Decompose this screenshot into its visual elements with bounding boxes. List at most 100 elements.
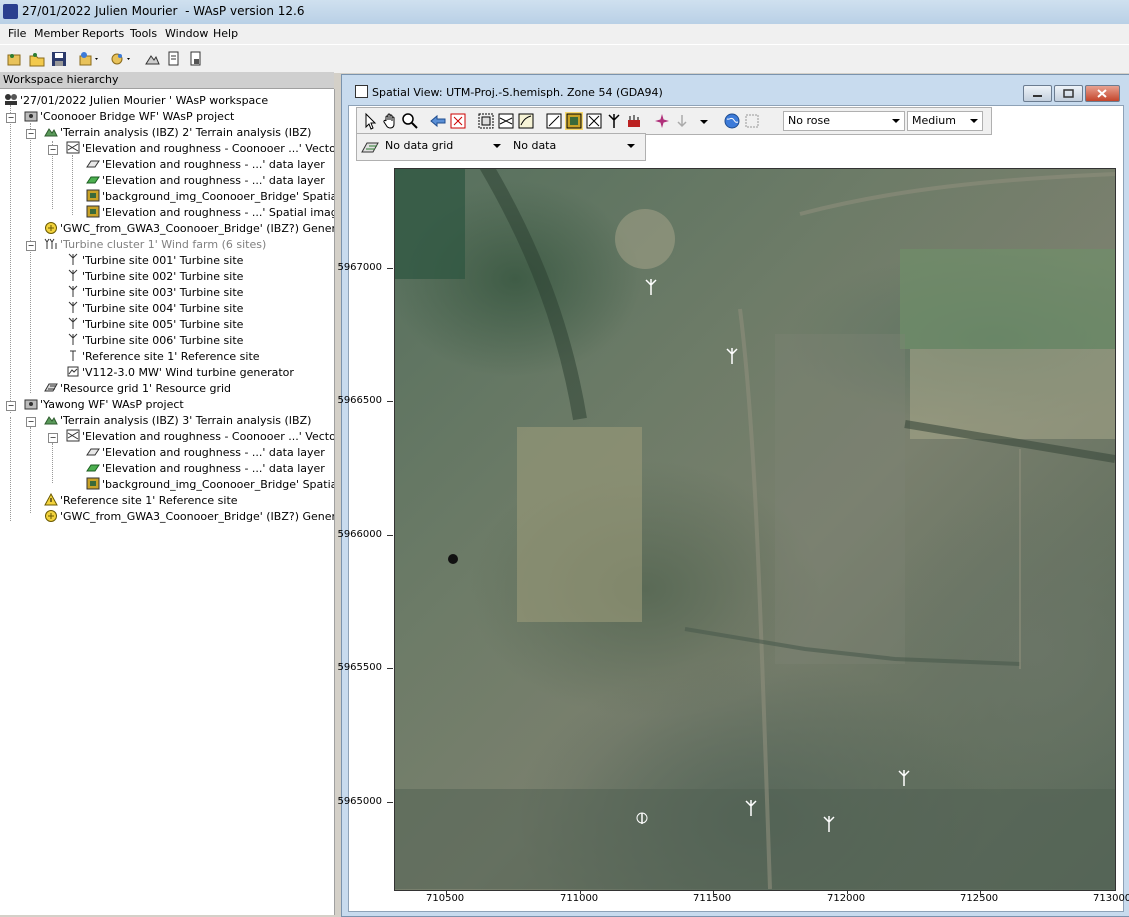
collapse-toggle[interactable]: − bbox=[6, 113, 16, 123]
export-icon[interactable] bbox=[187, 50, 205, 68]
new-workspace-icon[interactable] bbox=[6, 50, 24, 68]
gwc-icon bbox=[44, 509, 58, 522]
tree-item-spatial-image[interactable]: 'background_img_Coonooer_Bridge' Spatial… bbox=[86, 189, 334, 205]
tree-item-turbine-site[interactable]: 'Turbine site 001' Turbine site bbox=[66, 253, 243, 269]
menu-file[interactable]: File bbox=[8, 27, 26, 40]
window-menu-icon[interactable] bbox=[355, 85, 368, 98]
tree-item-gwc[interactable]: 'GWC_from_GWA3_Coonooer_Bridge' (IBZ?) G… bbox=[44, 509, 334, 525]
tree-item-resource-grid[interactable]: 'Resource grid 1' Resource grid bbox=[44, 381, 231, 397]
workspace-tree: − − − − − − − '27/01/2022 Julien Mourier… bbox=[0, 89, 335, 915]
restore-button[interactable] bbox=[1054, 85, 1083, 102]
report-icon[interactable] bbox=[165, 50, 183, 68]
tree-item-turbine-site[interactable]: 'Turbine site 003' Turbine site bbox=[66, 285, 243, 301]
chevron-down-icon bbox=[627, 144, 635, 148]
dropdown-arrow-icon[interactable] bbox=[695, 112, 713, 130]
minimize-button[interactable] bbox=[1023, 85, 1052, 102]
tree-item-label: 'Elevation and roughness - ...' data lay… bbox=[102, 462, 325, 475]
zoom-extents-icon[interactable] bbox=[449, 112, 467, 130]
x-tick-label: 712000 bbox=[827, 893, 866, 904]
collapse-toggle[interactable]: − bbox=[48, 433, 58, 443]
tree-item-label: 'Coonooer Bridge WF' WAsP project bbox=[40, 110, 235, 123]
add-member-icon[interactable] bbox=[78, 50, 98, 68]
satellite-map[interactable] bbox=[394, 168, 1116, 891]
tree-item-project[interactable]: 'Yawong WF' WAsP project bbox=[24, 397, 184, 413]
roughness-layer-toggle-icon[interactable] bbox=[545, 112, 563, 130]
globe-icon[interactable] bbox=[723, 112, 741, 130]
rose-select[interactable]: No rose bbox=[783, 111, 905, 131]
zoom-magnifier-icon[interactable] bbox=[401, 112, 419, 130]
menu-member[interactable]: Member bbox=[34, 27, 79, 40]
tree-item-terrain-analysis[interactable]: 'Terrain analysis (IBZ) 3' Terrain analy… bbox=[44, 413, 311, 429]
menu-tools[interactable]: Tools bbox=[130, 27, 157, 40]
turbine-marker[interactable] bbox=[897, 769, 911, 787]
collapse-toggle[interactable]: − bbox=[26, 129, 36, 139]
tree-item-turbine-site[interactable]: 'Turbine site 005' Turbine site bbox=[66, 317, 243, 333]
vector-map-layer-icon[interactable] bbox=[497, 112, 515, 130]
reference-site-marker[interactable] bbox=[635, 809, 649, 827]
menu-help[interactable]: Help bbox=[213, 27, 238, 40]
select-arrow-icon[interactable] bbox=[361, 112, 379, 130]
contour-layer-icon[interactable] bbox=[517, 112, 535, 130]
turbine-layer-icon[interactable] bbox=[605, 112, 623, 130]
data-grid-select[interactable]: No data grid bbox=[381, 137, 505, 155]
tree-item-data-layer[interactable]: 'Elevation and roughness - ...' data lay… bbox=[86, 173, 325, 189]
tree-item-wind-farm[interactable]: 'Turbine cluster 1' Wind farm (6 sites) bbox=[44, 237, 266, 253]
pan-hand-icon[interactable] bbox=[381, 112, 399, 130]
data-select[interactable]: No data bbox=[509, 137, 639, 155]
insert-member-icon[interactable] bbox=[110, 50, 130, 68]
tree-item-vector-map[interactable]: 'Elevation and roughness - Coonooer ...'… bbox=[66, 429, 334, 445]
tree-item-label: 'Elevation and roughness - Coonooer ...'… bbox=[82, 430, 334, 443]
x-tick-label: 711500 bbox=[693, 893, 732, 904]
menu-reports[interactable]: Reports bbox=[82, 27, 124, 40]
tree-item-turbine-site[interactable]: 'Turbine site 002' Turbine site bbox=[66, 269, 243, 285]
workspace-icon bbox=[4, 93, 18, 106]
spatial-image-icon bbox=[86, 477, 100, 490]
tree-item-gwc[interactable]: 'GWC_from_GWA3_Coonooer_Bridge' (IBZ?) G… bbox=[44, 221, 334, 237]
down-arrow-icon[interactable] bbox=[673, 112, 691, 130]
open-workspace-icon[interactable] bbox=[28, 50, 46, 68]
save-icon[interactable] bbox=[50, 50, 68, 68]
turbine-marker[interactable] bbox=[644, 278, 658, 296]
tree-item-workspace[interactable]: '27/01/2022 Julien Mourier ' WAsP worksp… bbox=[4, 93, 268, 109]
collapse-toggle[interactable]: − bbox=[26, 241, 36, 251]
resource-grid-icon[interactable] bbox=[361, 138, 379, 156]
tree-item-data-layer[interactable]: 'Elevation and roughness - ...' data lay… bbox=[86, 461, 325, 477]
tree-item-turbine-generator[interactable]: 'V112-3.0 MW' Wind turbine generator bbox=[66, 365, 294, 381]
turbine-icon bbox=[66, 269, 80, 282]
roughness-layer-icon bbox=[86, 173, 100, 186]
close-button[interactable] bbox=[1085, 85, 1120, 102]
frame-select-icon[interactable] bbox=[477, 112, 495, 130]
turbine-marker[interactable] bbox=[725, 347, 739, 365]
spatial-view-body: No rose Medium No data grid No data 5967… bbox=[337, 105, 1129, 912]
tree-item-data-layer[interactable]: 'Elevation and roughness - ...' data lay… bbox=[86, 445, 325, 461]
size-select-value: Medium bbox=[912, 114, 956, 127]
selection-frame-icon[interactable] bbox=[743, 112, 761, 130]
background-image-toggle-icon[interactable] bbox=[565, 112, 583, 130]
collapse-toggle[interactable]: − bbox=[6, 401, 16, 411]
grid-layer-icon[interactable] bbox=[585, 112, 603, 130]
tree-item-vector-map[interactable]: 'Elevation and roughness - Coonooer ...'… bbox=[66, 141, 334, 157]
menu-window[interactable]: Window bbox=[165, 27, 208, 40]
tree-item-turbine-site[interactable]: 'Turbine site 006' Turbine site bbox=[66, 333, 243, 349]
tree-item-data-layer[interactable]: 'Elevation and roughness - ...' data lay… bbox=[86, 157, 325, 173]
menu-bar: File Member Reports Tools Window Help bbox=[0, 24, 1129, 44]
size-select[interactable]: Medium bbox=[907, 111, 983, 131]
collapse-toggle[interactable]: − bbox=[48, 145, 58, 155]
turbine-marker[interactable] bbox=[744, 799, 758, 817]
tree-item-project[interactable]: 'Coonooer Bridge WF' WAsP project bbox=[24, 109, 234, 125]
sites-layer-icon[interactable] bbox=[625, 112, 643, 130]
tree-item-turbine-site[interactable]: 'Turbine site 004' Turbine site bbox=[66, 301, 243, 317]
turbine-icon bbox=[66, 285, 80, 298]
spatial-view-title: Spatial View: UTM-Proj.-S.hemisph. Zone … bbox=[372, 86, 663, 99]
back-arrow-icon[interactable] bbox=[429, 112, 447, 130]
turbine-marker[interactable] bbox=[822, 815, 836, 833]
tree-item-spatial-image[interactable]: 'background_img_Coonooer_Bridge' Spatial… bbox=[86, 477, 334, 493]
collapse-toggle[interactable]: − bbox=[26, 417, 36, 427]
tree-item-terrain-analysis[interactable]: 'Terrain analysis (IBZ) 2' Terrain analy… bbox=[44, 125, 311, 141]
calculate-icon[interactable] bbox=[143, 50, 161, 68]
project-icon bbox=[24, 397, 38, 410]
tree-item-reference-site[interactable]: 'Reference site 1' Reference site bbox=[66, 349, 260, 365]
tree-item-spatial-image[interactable]: 'Elevation and roughness - ...' Spatial … bbox=[86, 205, 334, 221]
wind-rose-icon[interactable] bbox=[653, 112, 671, 130]
tree-item-reference-site[interactable]: 'Reference site 1' Reference site bbox=[44, 492, 238, 509]
